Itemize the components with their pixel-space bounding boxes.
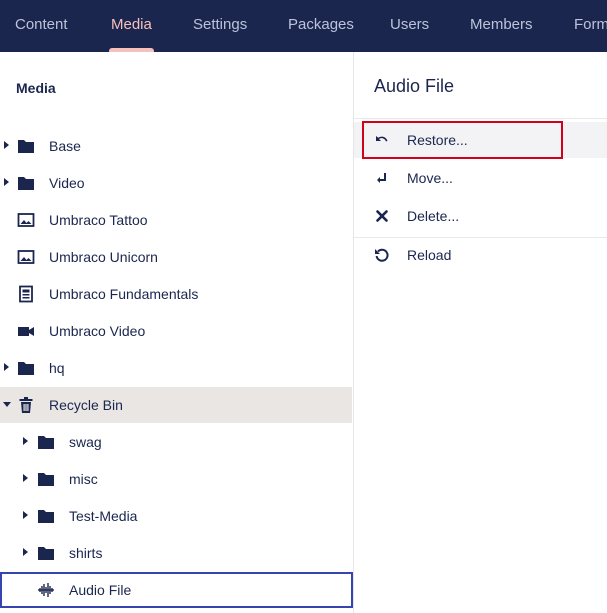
tree-item-label: Recycle Bin [49,397,123,413]
tree-item-label: Umbraco Fundamentals [49,286,199,302]
image-icon [17,213,35,227]
tree-item-label: misc [69,471,98,487]
tab-members[interactable]: Members [470,0,533,52]
reload-icon [375,248,389,262]
caret-right-icon[interactable] [23,548,28,556]
actions-panel: Audio File Restore... Move... Delete... … [354,52,607,613]
caret-right-icon[interactable] [4,141,9,149]
restore-button[interactable]: Restore... [354,122,607,158]
tree-item-test-media[interactable]: Test-Media [0,498,352,534]
divider [354,118,607,119]
tree-item-umbraco-video[interactable]: Umbraco Video [0,313,352,349]
folder-icon [38,436,54,449]
tree-item-audio-file[interactable]: Audio File [0,572,353,608]
tree-item-label: hq [49,360,65,376]
folder-icon [18,140,34,153]
move-button[interactable]: Move... [354,160,607,196]
move-icon [377,173,386,183]
tree-item-recycle-bin[interactable]: Recycle Bin [0,387,352,423]
tab-settings[interactable]: Settings [193,0,247,52]
tree-item-umbraco-unicorn[interactable]: Umbraco Unicorn [0,239,352,275]
tree-item-swag[interactable]: swag [0,424,352,460]
delete-label: Delete... [407,208,460,224]
caret-right-icon[interactable] [23,511,28,519]
reload-button[interactable]: Reload [354,237,607,273]
tree-item-label: Umbraco Unicorn [49,249,158,265]
tab-forms[interactable]: Forms [574,0,607,52]
tree-item-label: Base [49,138,81,154]
folder-icon [18,362,34,375]
tree-item-umbraco-tattoo[interactable]: Umbraco Tattoo [0,202,352,238]
tree-item-label: Umbraco Video [49,323,146,339]
undo-icon [376,136,388,142]
tree-item-label: Test-Media [69,508,138,524]
tree-item-base[interactable]: Base [0,128,352,164]
tree-item-label: shirts [69,545,103,561]
reload-label: Reload [407,247,452,263]
caret-right-icon[interactable] [4,178,9,186]
top-navigation: Content Media Settings Packages Users Me… [0,0,607,52]
caret-right-icon[interactable] [23,437,28,445]
media-tree-panel: Media Base Video Umbraco Tattoo Umbraco … [0,52,354,613]
delete-button[interactable]: Delete... [354,198,607,234]
folder-icon [38,547,54,560]
document-icon [19,285,33,303]
audio-waveform-icon [38,583,54,597]
tree-item-hq[interactable]: hq [0,350,352,386]
trash-icon [19,397,33,413]
tree-item-label: Umbraco Tattoo [49,212,148,228]
tree-item-misc[interactable]: misc [0,461,352,497]
tab-content[interactable]: Content [15,0,68,52]
tree-item-label: Audio File [69,582,132,598]
caret-right-icon[interactable] [23,474,28,482]
image-icon [17,250,35,264]
tree-item-umbraco-fundamentals[interactable]: Umbraco Fundamentals [0,276,352,312]
actions-title: Audio File [374,76,455,96]
video-camera-icon [18,327,34,336]
tree-item-video[interactable]: Video [0,165,352,201]
tab-users[interactable]: Users [390,0,429,52]
tree-item-shirts[interactable]: shirts [0,535,352,571]
move-label: Move... [407,170,453,186]
tree-title: Media [16,80,56,96]
caret-down-icon[interactable] [3,402,11,407]
caret-right-icon[interactable] [4,363,9,371]
close-icon [376,210,388,222]
tree-item-label: Video [49,175,85,191]
tab-packages[interactable]: Packages [288,0,354,52]
tab-media[interactable]: Media [109,0,154,52]
tree-item-label: swag [69,434,102,450]
folder-icon [38,510,54,523]
restore-label: Restore... [407,132,468,148]
folder-icon [18,177,34,190]
folder-icon [38,473,54,486]
